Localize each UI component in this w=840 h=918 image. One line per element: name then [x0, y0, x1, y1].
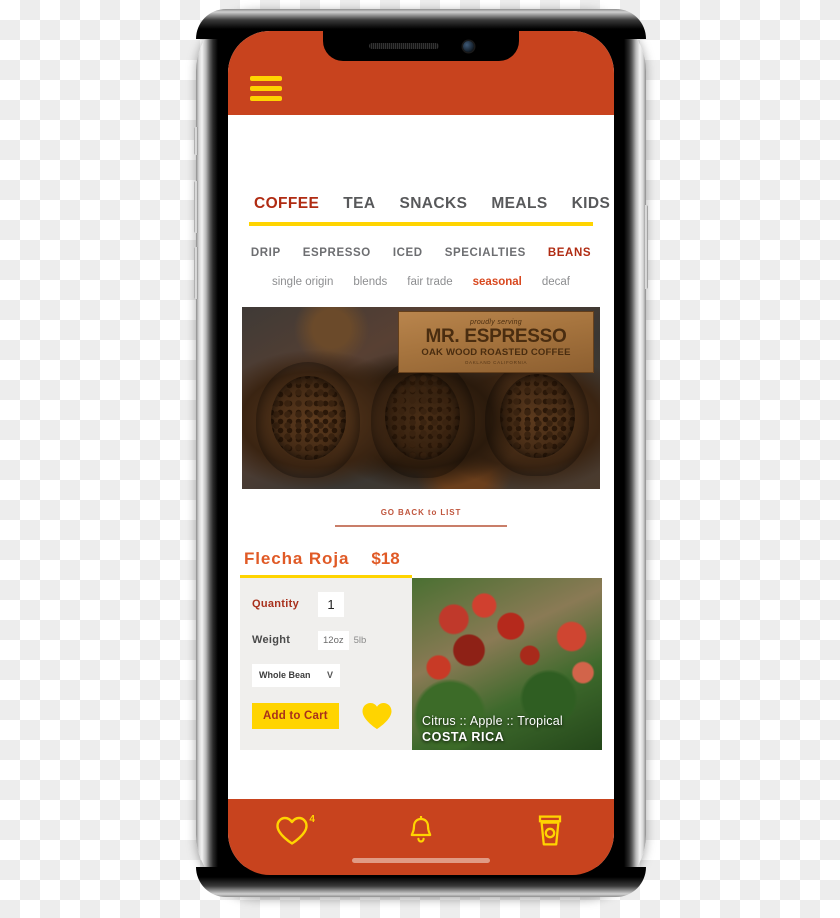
device-notch — [323, 31, 519, 61]
coffee-subcategory-tabs: DRIP ESPRESSO ICED SPECIALTIES BEANS — [228, 247, 614, 259]
go-back-section: GO BACK to LIST — [228, 502, 614, 527]
go-back-to-list-link[interactable]: GO BACK to LIST — [381, 508, 462, 517]
weight-row: Weight 12oz 5lb — [252, 630, 412, 650]
favorites-badge-count: 4 — [309, 814, 315, 825]
volume-down-button[interactable] — [194, 247, 198, 299]
power-button[interactable] — [644, 205, 648, 289]
sign-brand-name: MR. ESPRESSO — [425, 326, 567, 347]
tab-snacks[interactable]: SNACKS — [387, 195, 479, 213]
phone-screen: COFFEE TEA SNACKS MEALS KIDS DRIP ESPRES… — [228, 31, 614, 875]
nav-cart[interactable] — [485, 815, 614, 847]
filter-seasonal[interactable]: seasonal — [473, 276, 522, 288]
filter-fair-trade[interactable]: fair trade — [407, 276, 452, 288]
tab-tea[interactable]: TEA — [331, 195, 387, 213]
sign-pre-text: proudly serving — [470, 319, 522, 326]
bean-filter-tabs: single origin blends fair trade seasonal… — [228, 276, 614, 288]
go-back-divider — [335, 525, 507, 527]
filter-blends[interactable]: blends — [353, 276, 387, 288]
front-camera-icon — [462, 40, 474, 52]
volume-up-button[interactable] — [194, 181, 198, 233]
weight-option-5lb[interactable]: 5lb — [349, 631, 372, 650]
coffee-cup-icon — [538, 815, 561, 846]
app-content: COFFEE TEA SNACKS MEALS KIDS DRIP ESPRES… — [228, 115, 614, 750]
grind-select-value: Whole Bean — [259, 670, 311, 680]
add-to-cart-button[interactable]: Add to Cart — [252, 702, 339, 729]
silent-switch-button[interactable] — [194, 127, 198, 155]
photo-caption: Citrus :: Apple :: Tropical COSTA RICA — [412, 714, 602, 744]
sign-tagline: OAK WOOD ROASTED COFFEE — [421, 347, 571, 358]
active-tab-underline — [249, 222, 593, 226]
main-category-tabs: COFFEE TEA SNACKS MEALS KIDS — [228, 177, 614, 213]
quantity-input[interactable] — [318, 591, 344, 617]
sign-location-text: OAKLAND CALIFORNIA — [464, 359, 528, 365]
product-header: Flecha Roja $18 — [240, 549, 602, 569]
home-indicator — [352, 858, 490, 863]
product-name: Flecha Roja — [244, 548, 350, 568]
product-actions: Add to Cart — [252, 702, 412, 730]
hamburger-menu-icon[interactable] — [250, 76, 282, 101]
heart-icon — [276, 816, 309, 845]
nav-favorites[interactable]: 4 — [228, 814, 357, 846]
favorite-heart-icon[interactable] — [361, 702, 393, 730]
mr-espresso-sign: proudly serving MR. ESPRESSO OAK WOOD RO… — [398, 311, 594, 373]
subtab-drip[interactable]: DRIP — [251, 247, 281, 259]
hero-banner-image: proudly serving MR. ESPRESSO OAK WOOD RO… — [242, 307, 600, 489]
quantity-label: Quantity — [252, 598, 300, 610]
product-price: $18 — [371, 548, 400, 568]
grind-select[interactable]: Whole Bean V — [252, 663, 340, 687]
beans-center — [385, 372, 461, 460]
weight-label: Weight — [252, 634, 291, 646]
filter-single-origin[interactable]: single origin — [272, 276, 333, 288]
product-body: Quantity Weight 12oz 5lb Whole Bean V — [240, 577, 602, 750]
weight-option-12oz[interactable]: 12oz — [318, 630, 349, 650]
coffee-cherries-photo: Citrus :: Apple :: Tropical COSTA RICA — [412, 577, 602, 750]
origin-country-text: COSTA RICA — [422, 729, 505, 744]
tab-coffee[interactable]: COFFEE — [242, 195, 331, 213]
tab-meals[interactable]: MEALS — [479, 195, 559, 213]
earpiece-speaker-icon — [368, 43, 439, 49]
quantity-row: Quantity — [252, 591, 412, 617]
phone-device-frame: COFFEE TEA SNACKS MEALS KIDS DRIP ESPRES… — [194, 9, 648, 897]
bell-icon — [410, 816, 432, 843]
subtab-espresso[interactable]: ESPRESSO — [303, 247, 371, 259]
beans-left — [270, 376, 346, 460]
product-detail: Flecha Roja $18 Quantity Weight 12oz 5l — [240, 549, 602, 750]
bottom-navigation-bar: 4 — [228, 799, 614, 875]
beans-right — [499, 374, 575, 459]
tasting-notes-text: Citrus :: Apple :: Tropical — [422, 713, 563, 728]
product-options-panel: Quantity Weight 12oz 5lb Whole Bean V — [240, 577, 412, 750]
tab-kids[interactable]: KIDS — [560, 195, 614, 213]
filter-decaf[interactable]: decaf — [542, 276, 570, 288]
subtab-specialties[interactable]: SPECIALTIES — [445, 247, 526, 259]
nav-notifications[interactable] — [357, 816, 486, 846]
chevron-down-icon: V — [326, 670, 333, 680]
subtab-beans[interactable]: BEANS — [548, 247, 591, 259]
subtab-iced[interactable]: ICED — [393, 247, 423, 259]
header-spacer — [228, 115, 614, 177]
